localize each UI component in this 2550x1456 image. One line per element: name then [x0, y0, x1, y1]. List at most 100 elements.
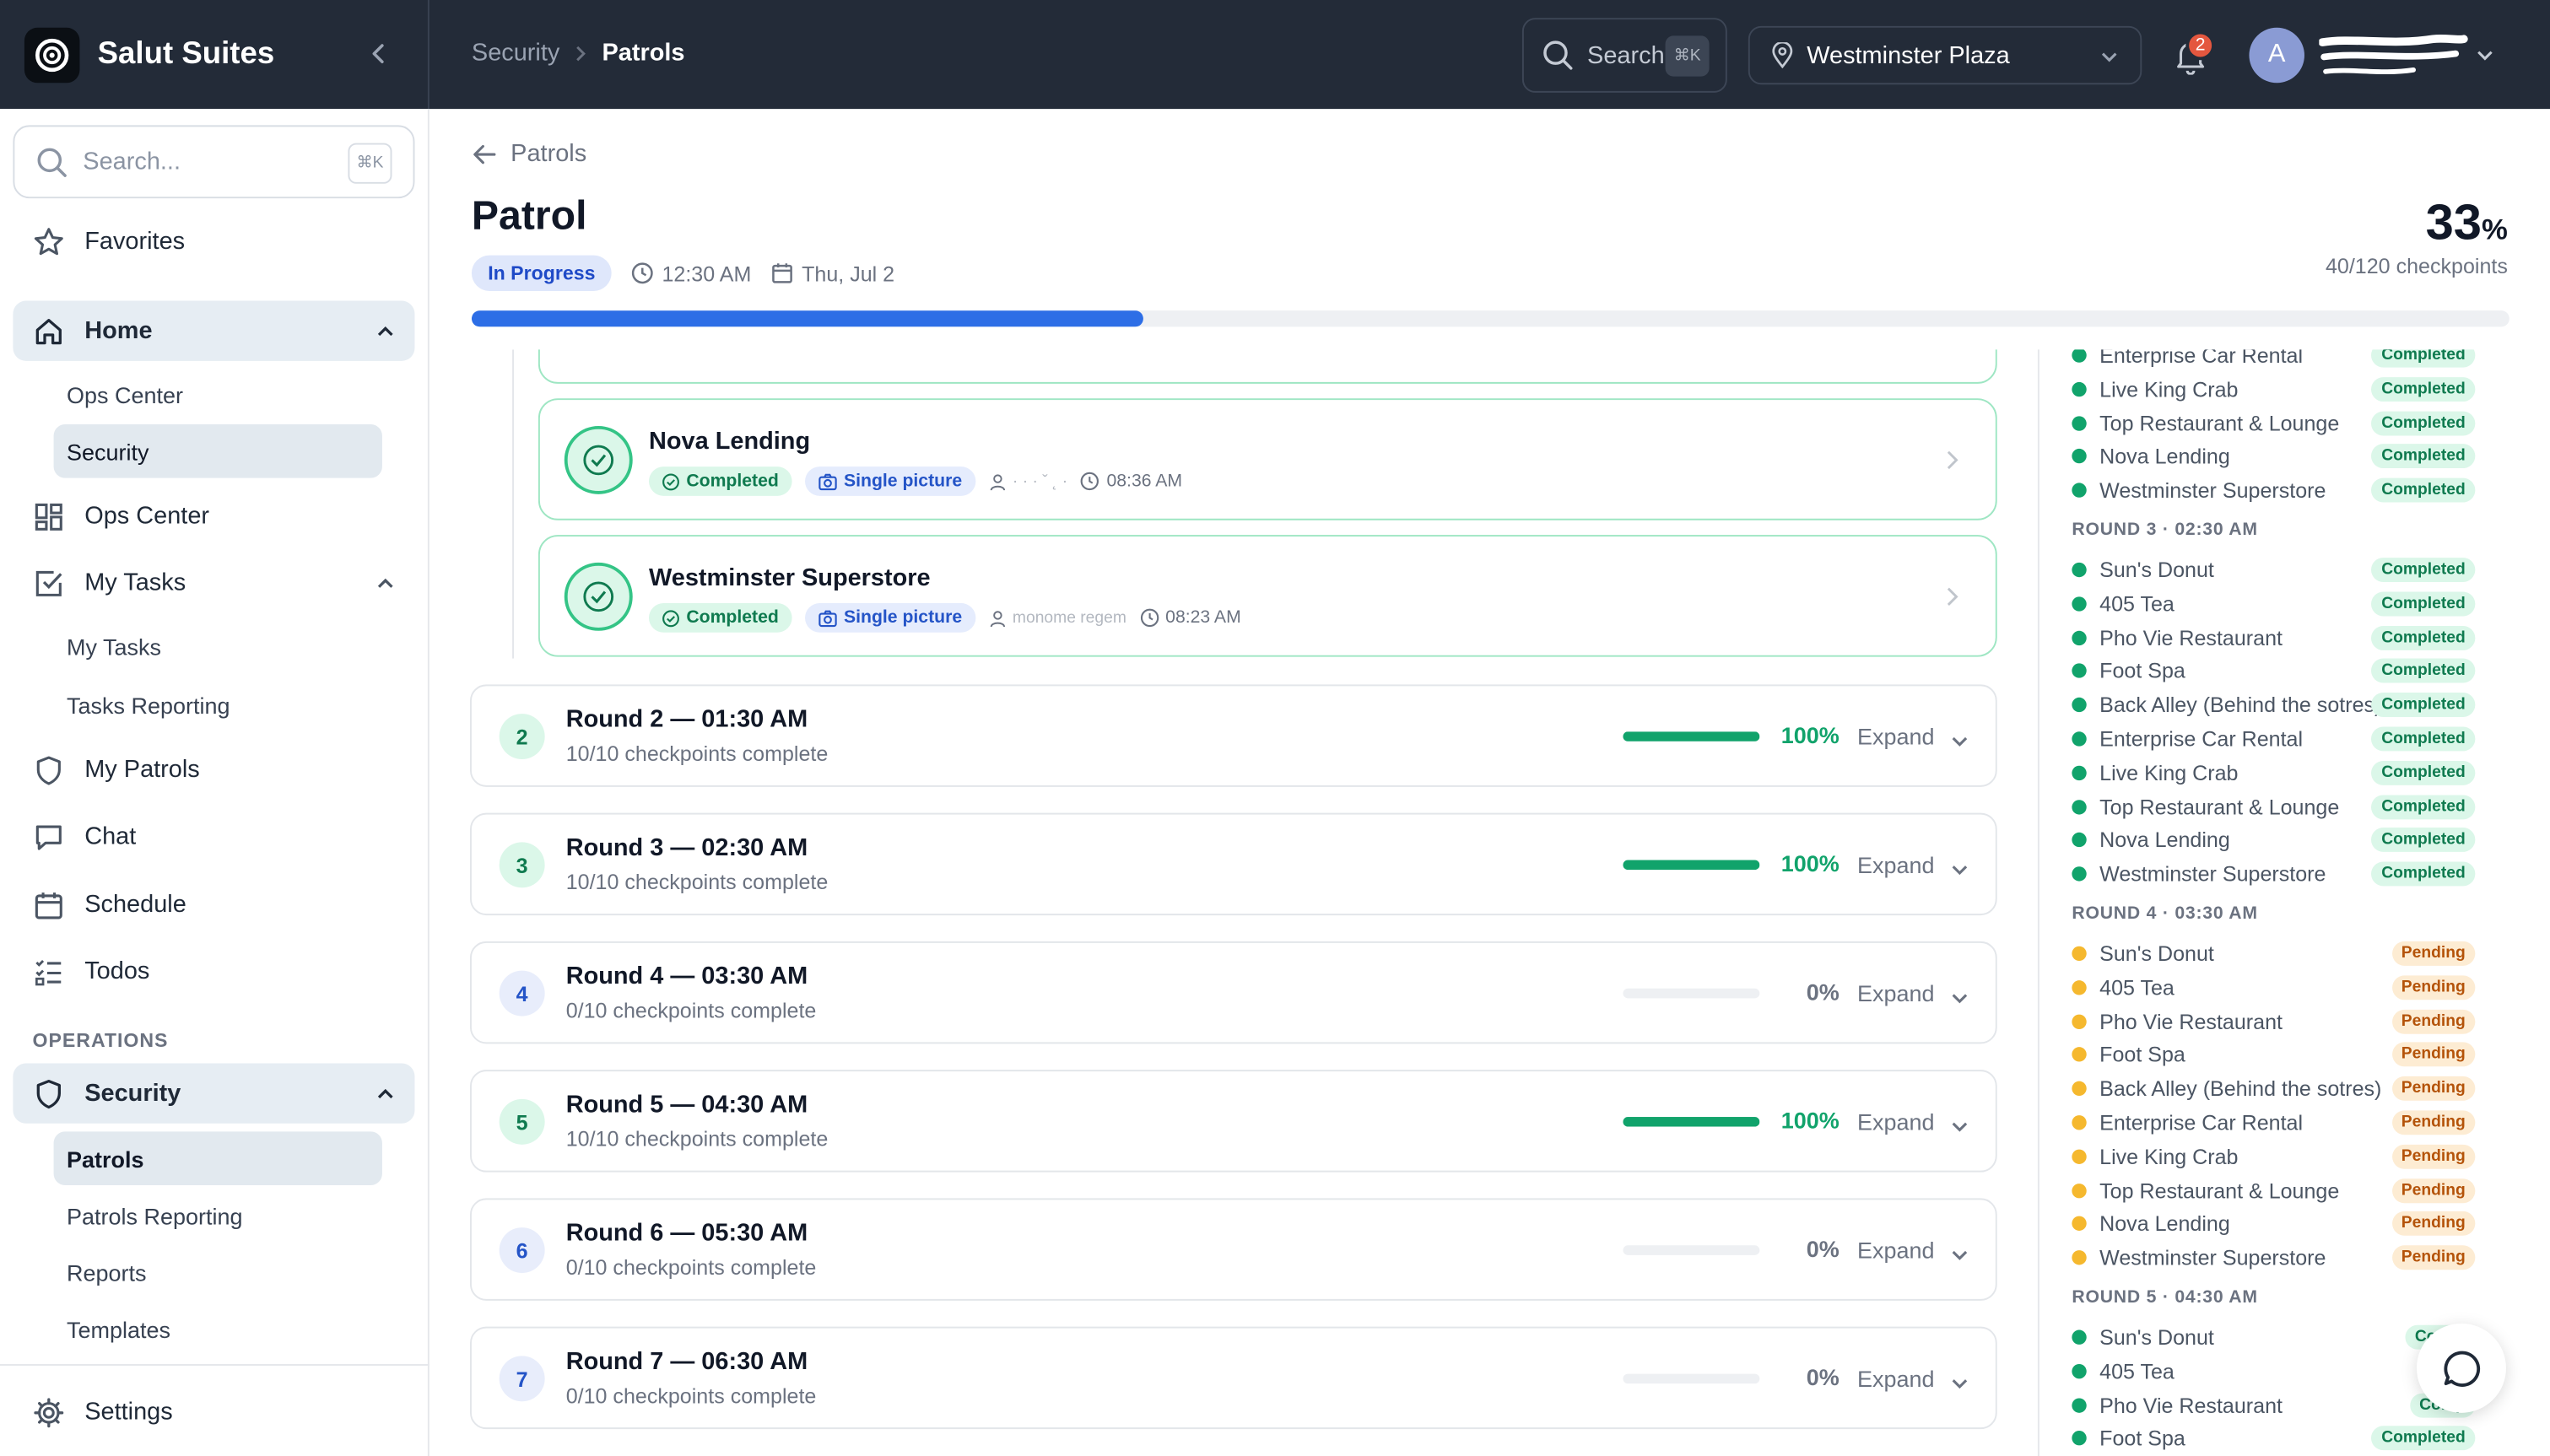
calendar-icon — [35, 892, 62, 919]
redacted-user-name[interactable] — [2319, 33, 2468, 78]
clock-icon — [631, 262, 653, 284]
overview-checkpoint-row[interactable]: Top Restaurant & Lounge Pending — [2072, 1173, 2476, 1207]
back-link[interactable]: Patrols — [472, 140, 586, 168]
round-row[interactable]: 7 Round 7 — 06:30 AM 0/10 checkpoints comp… — [469, 1326, 1997, 1430]
sidebar-search-input[interactable]: Search... ⌘K — [13, 125, 415, 199]
method-badge: Single picture — [804, 466, 975, 496]
round-row[interactable]: 4 Round 4 — 03:30 AM 0/10 checkpoints comp… — [469, 941, 1997, 1044]
location-select[interactable]: Westminster Plaza — [1748, 25, 2142, 85]
chevron-down-icon[interactable] — [1948, 1115, 1971, 1138]
sidebar-item-todos[interactable]: Todos — [13, 941, 414, 1001]
status-badge: Pending — [2391, 1076, 2476, 1102]
overview-checkpoint-row[interactable]: Nova Lending Completed — [2072, 439, 2476, 473]
overview-checkpoint-row[interactable]: Top Restaurant & Lounge Completed — [2072, 790, 2476, 823]
brand[interactable]: Salut Suites — [24, 27, 275, 84]
breadcrumb-parent[interactable]: Security — [472, 39, 559, 67]
overview-checkpoint-row[interactable]: Enterprise Car Rental Completed — [2072, 722, 2476, 756]
expand-button[interactable]: Expand — [1857, 980, 1935, 1006]
sidebar-subitem-ops-center[interactable]: Ops Center — [54, 368, 382, 422]
overview-checkpoint-row[interactable]: Nova Lending Completed — [2072, 823, 2476, 857]
gear-icon — [34, 1397, 64, 1427]
chevron-down-icon[interactable] — [1948, 987, 1971, 1010]
sidebar-item-security[interactable]: Security — [13, 1063, 415, 1124]
collapse-sidebar-icon[interactable] — [365, 39, 394, 68]
overview-checkpoint-row[interactable]: Foot Spa Pending — [2072, 1038, 2476, 1071]
sidebar-item-settings[interactable]: Settings — [13, 1382, 414, 1442]
chevron-down-icon[interactable] — [1948, 1372, 1971, 1395]
sidebar-subitem-security[interactable]: Security — [53, 424, 382, 478]
chevron-down-icon[interactable] — [1948, 730, 1971, 752]
expand-button[interactable]: Expand — [1857, 1366, 1935, 1392]
patrol-progress-fill — [471, 310, 1144, 327]
overview-checkpoint-row[interactable]: Live King Crab Completed — [2072, 756, 2476, 790]
chat-launcher-button[interactable] — [2416, 1323, 2506, 1413]
round-row[interactable]: 3 Round 3 — 02:30 AM 10/10 checkpoints com… — [469, 812, 1997, 916]
overview-checkpoint-row[interactable]: Top Restaurant & Lounge Completed — [2072, 406, 2476, 439]
round-row[interactable]: 2 Round 2 — 01:30 AM 10/10 checkpoints com… — [469, 684, 1997, 787]
overview-checkpoint-row[interactable]: Sun's DonutCompl — [2072, 1320, 2476, 1354]
overview-checkpoint-row[interactable]: Back Alley (Behind the sotres) Pending — [2072, 1071, 2476, 1105]
expand-button[interactable]: Expand — [1857, 1238, 1935, 1264]
app-name: Salut Suites — [97, 37, 275, 72]
checkpoint-card[interactable]: Nova Lending Completed Single picture · … — [538, 398, 1997, 520]
sidebar-item-home[interactable]: Home — [13, 300, 415, 361]
overview-checkpoint-row[interactable]: Pho Vie Restaurant Completed — [2072, 620, 2476, 654]
overview-checkpoint-row[interactable]: Sun's Donut Pending — [2072, 936, 2476, 970]
sidebar-item-my-tasks[interactable]: My Tasks — [13, 553, 414, 612]
user-menu-chevron-icon[interactable] — [2473, 44, 2496, 67]
avatar[interactable]: A — [2249, 27, 2304, 84]
back-link-label: Patrols — [511, 139, 587, 168]
overview-checkpoint-row[interactable]: Westminster Superstore Pending — [2072, 1241, 2476, 1275]
overview-checkpoint-row[interactable]: Enterprise Car Rental Completed — [2072, 349, 2476, 372]
global-search-button[interactable]: Search ⌘K — [1521, 18, 1727, 93]
sidebar-subitem-reports[interactable]: Reports — [54, 1245, 382, 1299]
overview-checkpoint-name: Top Restaurant & Lounge — [2099, 1178, 2340, 1203]
overview-checkpoint-row[interactable]: Pho Vie RestaurantComp — [2072, 1388, 2476, 1421]
overview-checkpoint-row[interactable]: 405 Tea Completed — [2072, 586, 2476, 620]
checkpoint-card[interactable] — [538, 349, 1997, 384]
overview-checkpoint-row[interactable]: Nova Lending Pending — [2072, 1207, 2476, 1241]
expand-button[interactable]: Expand — [1857, 1108, 1935, 1135]
overview-checkpoint-row[interactable]: Live King Crab Pending — [2072, 1140, 2476, 1173]
sidebar-subitem-patrols[interactable]: Patrols — [53, 1131, 382, 1186]
overview-checkpoint-row[interactable]: Westminster Superstore Completed — [2072, 857, 2476, 891]
overview-checkpoint-row[interactable]: 405 TeaCom — [2072, 1354, 2476, 1388]
status-badge: Completed — [2371, 477, 2476, 503]
status-dot — [2072, 349, 2087, 363]
sidebar-subitem-tasks-reporting[interactable]: Tasks Reporting — [54, 678, 382, 732]
overview-checkpoint-row[interactable]: Enterprise Car Rental Pending — [2072, 1106, 2476, 1140]
overview-checkpoint-row[interactable]: Back Alley (Behind the sotres) Completed — [2072, 688, 2476, 722]
overview-checkpoint-row[interactable]: Westminster Superstore Completed — [2072, 473, 2476, 507]
status-dot — [2072, 1013, 2087, 1029]
sidebar-subitem-my-tasks[interactable]: My Tasks — [54, 619, 382, 673]
search-shortcut: ⌘K — [1665, 35, 1710, 77]
round-progress-bar — [1623, 731, 1760, 741]
sidebar-item-chat[interactable]: Chat — [13, 806, 414, 866]
sidebar-item-favorites[interactable]: Favorites — [13, 212, 414, 272]
calendar-icon — [772, 263, 792, 283]
sidebar-subitem-templates[interactable]: Templates — [54, 1302, 382, 1356]
round-title: Round 2 — 01:30 AM — [565, 705, 808, 734]
chevron-down-icon[interactable] — [1948, 1243, 1971, 1266]
round-row[interactable]: 5 Round 5 — 04:30 AM 10/10 checkpoints com… — [469, 1070, 1997, 1173]
round-row[interactable]: 6 Round 6 — 05:30 AM 0/10 checkpoints comp… — [469, 1198, 1997, 1301]
overview-checkpoint-row[interactable]: Foot Spa Completed — [2072, 655, 2476, 688]
status-dot — [2072, 1397, 2087, 1413]
sidebar-item-my-patrols[interactable]: My Patrols — [13, 740, 414, 800]
chevron-down-icon[interactable] — [1948, 859, 1971, 882]
sidebar-item-schedule[interactable]: Schedule — [13, 875, 414, 935]
sidebar-item-ops-center[interactable]: Ops Center — [13, 486, 414, 546]
overview-round-heading: ROUND 4 · 03:30 AM — [2072, 903, 2258, 924]
round-summary: 10/10 checkpoints complete — [565, 1126, 829, 1151]
overview-checkpoint-row[interactable]: 405 Tea Pending — [2072, 970, 2476, 1004]
expand-button[interactable]: Expand — [1857, 724, 1935, 750]
sidebar-subitem-patrols-reporting[interactable]: Patrols Reporting — [54, 1189, 382, 1243]
expand-button[interactable]: Expand — [1857, 852, 1935, 878]
overview-checkpoint-row[interactable]: Pho Vie Restaurant Pending — [2072, 1004, 2476, 1038]
status-badge: Pending — [2391, 974, 2476, 1000]
overview-checkpoint-row[interactable]: Live King Crab Completed — [2072, 372, 2476, 406]
search-icon — [37, 147, 67, 176]
overview-checkpoint-row[interactable]: Sun's Donut Completed — [2072, 553, 2476, 586]
overview-checkpoint-row[interactable]: Foot Spa Completed — [2072, 1421, 2476, 1455]
checkpoint-card[interactable]: Westminster Superstore Completed Single … — [538, 535, 1997, 657]
